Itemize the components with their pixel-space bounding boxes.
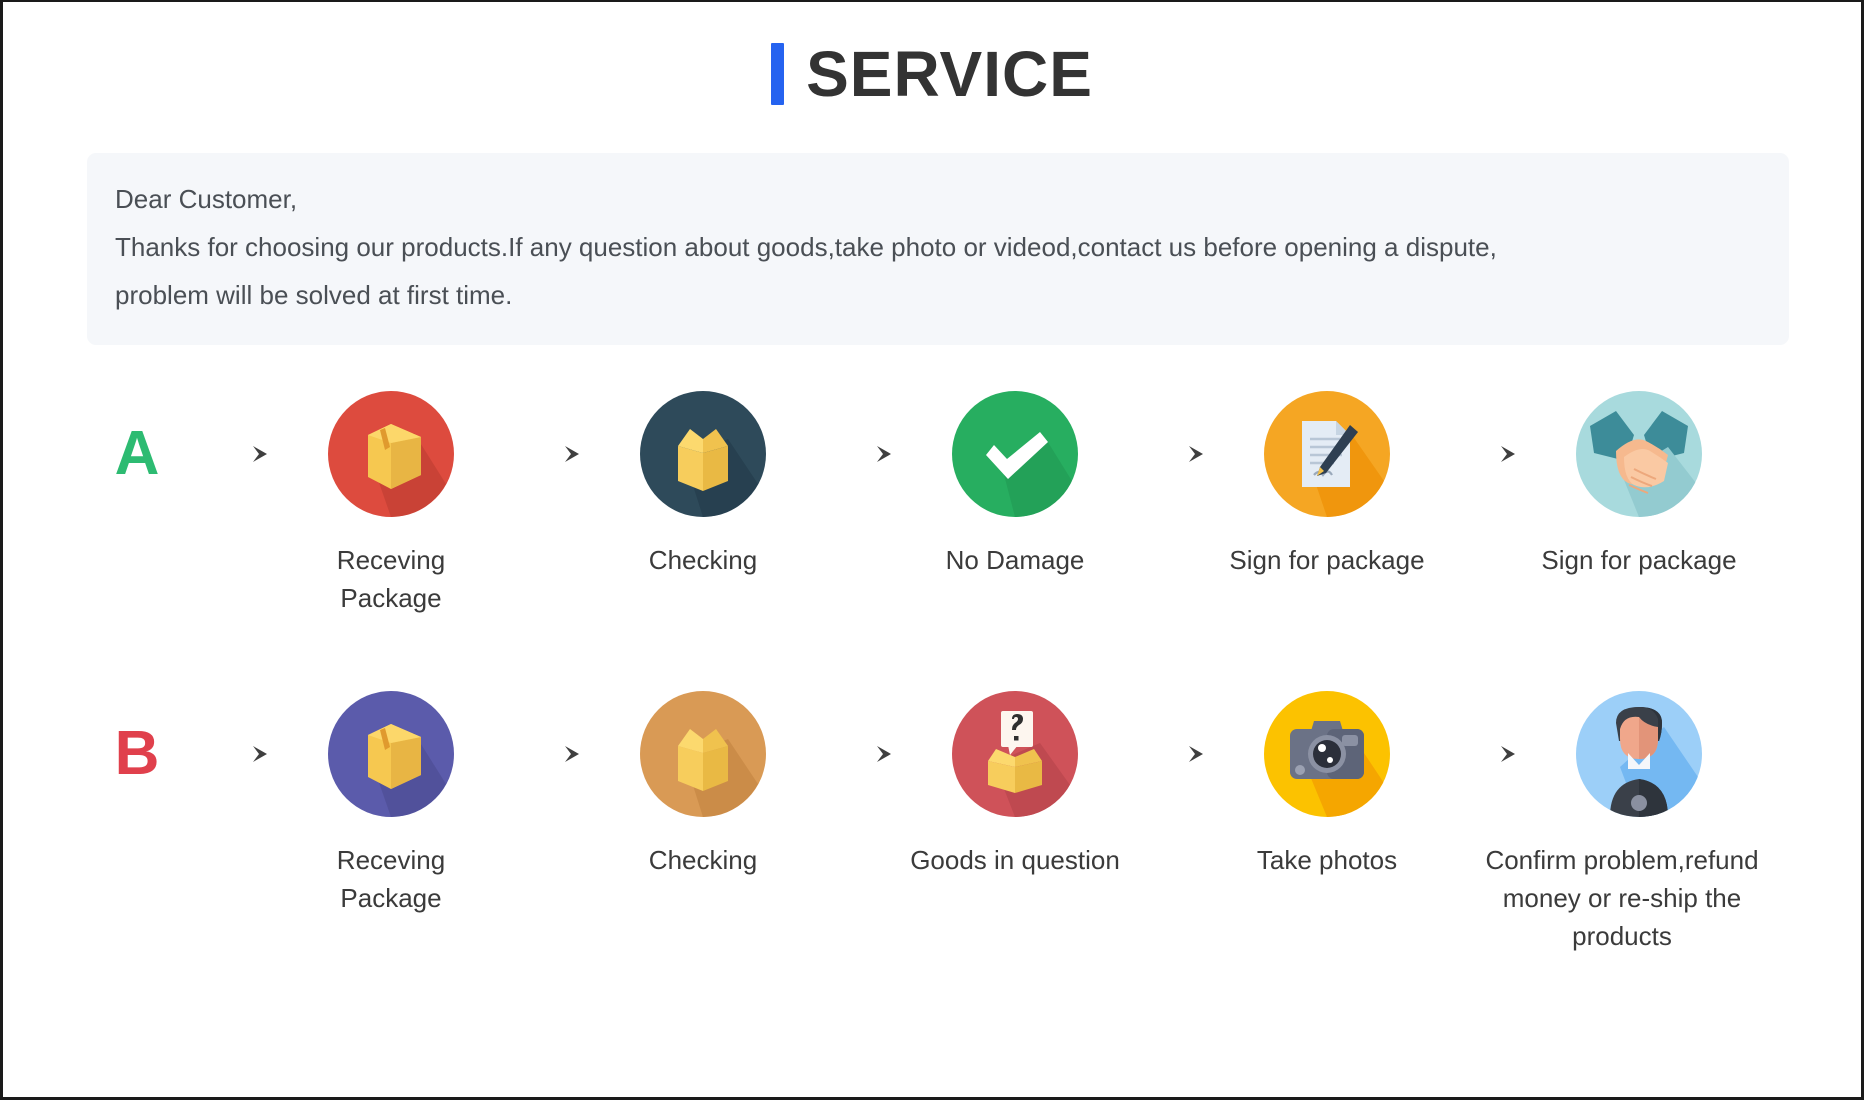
open-box-icon bbox=[640, 691, 766, 817]
arrow-right-icon bbox=[1121, 691, 1221, 817]
flow-step-a-3-label: No Damage bbox=[945, 545, 1085, 575]
flow-row-a: A Receving Package Checking No Damage Si… bbox=[3, 391, 1861, 617]
flow-step-a-4-label: Sign for package bbox=[1229, 545, 1425, 575]
arrow-right-icon bbox=[497, 691, 597, 817]
service-page: SERVICE Dear Customer, Thanks for choosi… bbox=[0, 0, 1864, 1100]
flow-letter-a-text: A bbox=[114, 419, 160, 488]
flow-letter-b: B bbox=[89, 691, 185, 817]
flow-step-b-3-label: Goods in question bbox=[910, 845, 1120, 875]
flow-letter-b-text: B bbox=[114, 719, 160, 788]
flow-step-a-2: Checking bbox=[597, 391, 809, 579]
flow-step-a-1: Receving Package bbox=[285, 391, 497, 617]
support-person-icon bbox=[1576, 691, 1702, 817]
arrow-right-icon bbox=[809, 391, 909, 517]
arrow-right-icon bbox=[809, 691, 909, 817]
arrow-right-icon bbox=[1121, 391, 1221, 517]
notice-line-1: Dear Customer, bbox=[115, 184, 298, 214]
question-box-icon bbox=[952, 691, 1078, 817]
flow-step-b-4: Take photos bbox=[1221, 691, 1433, 879]
arrow-right-icon bbox=[1433, 691, 1533, 817]
flow-step-b-2: Checking bbox=[597, 691, 809, 879]
handshake-icon bbox=[1576, 391, 1702, 517]
package-box-icon bbox=[328, 391, 454, 517]
flow-step-b-4-label: Take photos bbox=[1256, 845, 1398, 875]
page-title-area: SERVICE bbox=[3, 2, 1861, 110]
flow-row-b: B Receving Package Checking Goods in que… bbox=[3, 691, 1861, 955]
flow-step-a-2-label: Checking bbox=[648, 545, 758, 575]
arrow-right-icon bbox=[185, 691, 285, 817]
check-mark-icon bbox=[952, 391, 1078, 517]
flow-step-b-1: Receving Package bbox=[285, 691, 497, 917]
camera-icon bbox=[1264, 691, 1390, 817]
flow-step-b-5-label: Confirm problem,refund money or re-ship … bbox=[1485, 845, 1759, 951]
arrow-right-icon bbox=[497, 391, 597, 517]
notice-line-3: problem will be solved at first time. bbox=[115, 280, 513, 310]
customer-notice-box: Dear Customer, Thanks for choosing our p… bbox=[87, 153, 1789, 345]
document-sign-icon bbox=[1264, 391, 1390, 517]
page-title-text: SERVICE bbox=[806, 38, 1093, 110]
flow-step-a-1-label: Receving Package bbox=[336, 545, 446, 613]
page-title: SERVICE bbox=[771, 42, 1093, 106]
flow-letter-a: A bbox=[89, 391, 185, 517]
flow-step-b-3: Goods in question bbox=[909, 691, 1121, 879]
flow-step-b-1-label: Receving Package bbox=[336, 845, 446, 913]
flow-step-a-4: Sign for package bbox=[1221, 391, 1433, 579]
flow-step-a-5: Sign for package bbox=[1533, 391, 1745, 579]
arrow-right-icon bbox=[1433, 391, 1533, 517]
open-box-icon bbox=[640, 391, 766, 517]
flow-step-a-5-label: Sign for package bbox=[1541, 545, 1737, 575]
flow-step-b-5: Confirm problem,refund money or re-ship … bbox=[1485, 691, 1759, 955]
title-accent-bar bbox=[771, 43, 785, 105]
flow-step-b-2-label: Checking bbox=[648, 845, 758, 875]
notice-line-2: Thanks for choosing our products.If any … bbox=[115, 232, 1497, 262]
arrow-right-icon bbox=[185, 391, 285, 517]
package-box-icon bbox=[328, 691, 454, 817]
flow-step-a-3: No Damage bbox=[909, 391, 1121, 579]
